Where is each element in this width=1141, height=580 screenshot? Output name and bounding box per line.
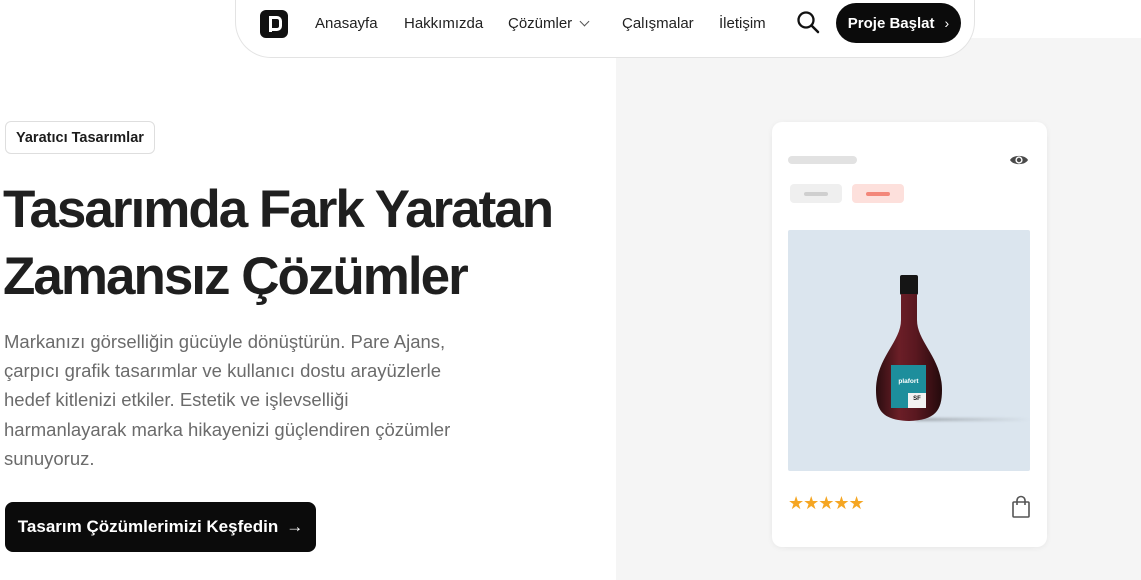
skeleton-tag-grey [790, 184, 842, 203]
eye-icon[interactable] [1009, 152, 1029, 168]
product-card: plafort SF ★★★★★ [772, 122, 1047, 547]
chevron-right-icon: › [944, 15, 950, 31]
hero-headline-line-2: Zamansız Çözümler [3, 247, 469, 306]
explore-solutions-button[interactable]: Tasarım Çözümlerimizi Keşfedin → [5, 502, 316, 552]
product-image: plafort SF [788, 230, 1030, 471]
skeleton-tag-red [852, 184, 904, 203]
nav-link-home[interactable]: Anasayfa [315, 15, 378, 32]
hero-description: Markanızı görselliğin gücüyle dönüştürün… [4, 331, 451, 469]
rating-stars: ★★★★★ [788, 493, 865, 513]
bottle-label-text: plafort [898, 378, 919, 385]
hero-headline-line-1: Tasarımda Fark Yaratan [3, 180, 554, 239]
nav-link-about[interactable]: Hakkımızda [404, 15, 483, 32]
hero-badge: Yaratıcı Tasarımlar [5, 121, 155, 154]
nav-link-contact[interactable]: İletişim [719, 15, 766, 32]
shopping-bag-icon[interactable] [1010, 495, 1032, 519]
bottle-illustration [876, 275, 942, 421]
hero-headline: Tasarımda Fark Yaratan Zamansız Çözümler [3, 176, 563, 310]
brand-logo-icon[interactable] [260, 10, 288, 38]
nav-link-works[interactable]: Çalışmalar [622, 15, 694, 32]
chevron-down-icon [579, 16, 590, 27]
start-project-button[interactable]: Proje Başlat › [836, 3, 961, 43]
explore-solutions-label: Tasarım Çözümlerimizi Keşfedin [17, 517, 279, 536]
search-icon[interactable] [796, 10, 820, 34]
nav-link-solutions[interactable]: Çözümler [508, 15, 590, 32]
top-navigation: Anasayfa Hakkımızda Çözümler Çalışmalar … [235, 0, 975, 58]
arrow-right-icon: → [286, 517, 304, 536]
bottle-label-sub: SF [913, 396, 921, 402]
skeleton-title-placeholder [788, 156, 857, 164]
nav-link-solutions-label: Çözümler [508, 15, 573, 32]
start-project-label: Proje Başlat [847, 14, 935, 32]
